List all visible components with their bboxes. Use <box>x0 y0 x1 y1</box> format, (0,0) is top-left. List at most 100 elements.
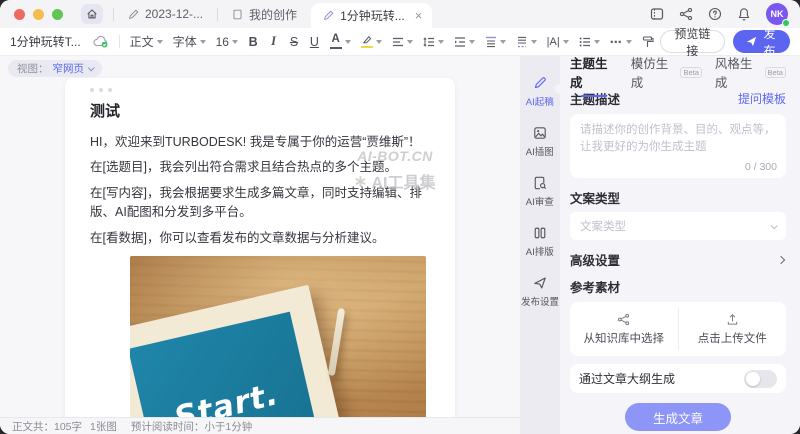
format-toolbar: 1分钟玩转T... 正文 字体 16 B I S U A <box>0 28 800 56</box>
view-value: 窄网页 <box>53 61 85 76</box>
share-icon[interactable] <box>679 7 693 21</box>
chevron-down-icon <box>500 40 506 44</box>
chevron-right-icon <box>777 255 785 263</box>
toolbar-actions: 预览链接 发布 <box>660 30 790 53</box>
minimize-window-button[interactable] <box>33 9 44 20</box>
sidebar-layout-icon[interactable] <box>650 7 664 21</box>
indent-button[interactable] <box>450 31 479 53</box>
italic-button[interactable]: I <box>264 31 282 53</box>
tab-recent-doc[interactable]: 2023-12-... <box>114 0 217 28</box>
generate-article-button[interactable]: 生成文章 <box>625 403 731 431</box>
kb-button-label: 从知识库中选择 <box>584 330 665 346</box>
chevron-down-icon <box>88 64 95 71</box>
inline-image[interactable]: Start. <box>130 256 426 434</box>
read-time: 预计阅读时间：小于1分钟 <box>131 419 252 434</box>
image-count: 1张图 <box>90 419 117 434</box>
status-bar: 正文共：105字 1张图 预计阅读时间：小于1分钟 <box>0 417 520 434</box>
select-from-knowledge-base-button[interactable]: 从知识库中选择 <box>570 302 678 356</box>
sidetab-ai-illustration[interactable]: AI插图 <box>520 120 560 164</box>
spacing-above-button[interactable] <box>481 31 510 53</box>
bell-icon[interactable] <box>737 7 751 21</box>
size-value: 16 <box>216 35 229 49</box>
close-window-button[interactable] <box>14 9 25 20</box>
ai-tool-label: |A| <box>547 36 560 48</box>
document-paragraph: 在[选题目]，我会列出符合需求且结合热点的多个主题。 <box>90 158 430 177</box>
chevron-down-icon <box>345 40 351 44</box>
beta-badge: Beta <box>680 67 701 78</box>
tab-style-generation[interactable]: 风格生成 Beta <box>715 56 786 91</box>
pen-icon <box>533 76 546 89</box>
sidetab-ai-layout[interactable]: AI排版 <box>520 220 560 264</box>
ai-text-tool-button[interactable]: |A| <box>543 31 573 53</box>
strikethrough-button[interactable]: S <box>285 31 303 53</box>
chevron-down-icon <box>200 40 206 44</box>
sidetab-publish-settings[interactable]: 发布设置 <box>520 270 560 314</box>
chevron-down-icon <box>771 222 778 229</box>
style-value: 正文 <box>130 33 154 50</box>
tab-label: 我的创作 <box>249 6 297 23</box>
chevron-down-icon <box>407 40 413 44</box>
chevron-down-icon <box>376 40 382 44</box>
more-dots: ⋯ <box>610 35 623 49</box>
titlebar-actions: NK <box>650 0 800 28</box>
topic-description-card: 0 / 300 <box>570 114 786 178</box>
titlebar-spacer <box>432 0 650 28</box>
document-search-icon <box>533 176 546 189</box>
sidetab-ai-review[interactable]: AI审查 <box>520 170 560 214</box>
list-button[interactable] <box>575 31 604 53</box>
paragraph-style-select[interactable]: 正文 <box>126 31 167 53</box>
topic-description-input[interactable] <box>570 114 786 158</box>
photo-card-inner: Start. <box>130 311 325 434</box>
publish-button[interactable]: 发布 <box>733 30 790 53</box>
document-canvas[interactable]: 测试 HI，欢迎来到TURBODESK! 我是专属于你的运营“贾维斯”！ 在[选… <box>65 78 455 434</box>
more-tools-button[interactable]: ⋯ <box>606 31 636 53</box>
help-icon[interactable] <box>708 7 722 21</box>
font-family-select[interactable]: 字体 <box>169 31 210 53</box>
spacing-below-button[interactable] <box>512 31 541 53</box>
online-status-dot <box>782 19 790 27</box>
sidetab-label: AI插图 <box>526 143 554 157</box>
copy-type-placeholder: 文案类型 <box>580 218 626 234</box>
sidetab-ai-draft[interactable]: AI起稿 <box>520 70 560 114</box>
document-icon <box>232 9 243 20</box>
topic-description-label: 主题描述 <box>570 89 620 108</box>
ai-side-tabs: AI起稿 AI插图 AI审查 AI排版 <box>520 56 560 434</box>
chevron-down-icon <box>469 40 475 44</box>
font-value: 字体 <box>173 33 197 50</box>
copy-type-select[interactable]: 文案类型 <box>570 212 786 240</box>
knowledge-base-icon <box>617 313 630 326</box>
preview-link-button[interactable]: 预览链接 <box>660 30 725 53</box>
highlight-color-button[interactable] <box>357 31 386 53</box>
reference-material-label: 参考素材 <box>570 277 786 296</box>
align-button[interactable] <box>388 31 417 53</box>
tab-topic-generation[interactable]: 主题生成 <box>570 56 618 91</box>
outline-toggle[interactable] <box>744 370 777 388</box>
color-swatch <box>330 47 342 50</box>
pen-in-photo <box>328 308 346 376</box>
tab-label: 模仿生成 <box>631 56 678 91</box>
send-icon <box>746 36 757 47</box>
close-tab-icon[interactable]: × <box>415 9 423 22</box>
tab-label: 风格生成 <box>715 56 762 91</box>
view-mode-select[interactable]: 视图： 窄网页 <box>8 60 102 77</box>
question-template-link[interactable]: 提问模板 <box>738 90 786 107</box>
home-button[interactable] <box>81 4 103 24</box>
tab-current-doc[interactable]: 1分钟玩转... × <box>311 3 432 28</box>
zoom-window-button[interactable] <box>52 9 63 20</box>
line-height-button[interactable] <box>419 31 448 53</box>
advanced-settings-row[interactable]: 高级设置 <box>570 250 786 269</box>
format-painter-button[interactable] <box>638 31 658 53</box>
upload-file-button[interactable]: 点击上传文件 <box>679 302 787 356</box>
avatar-initials: NK <box>771 9 784 19</box>
underline-button[interactable]: U <box>305 31 323 53</box>
bold-button[interactable]: B <box>244 31 262 53</box>
document-paragraph: 在[看数据]，你可以查看发布的文章数据与分析建议。 <box>90 229 430 248</box>
tab-my-creations[interactable]: 我的创作 <box>218 0 311 28</box>
publish-label: 发布 <box>762 25 777 59</box>
font-color-button[interactable]: A <box>326 31 355 53</box>
main-area: 视图： 窄网页 测试 HI，欢迎来到TURBODESK! 我是专属于你的运营“贾… <box>0 56 800 434</box>
avatar[interactable]: NK <box>766 3 788 25</box>
highlight-swatch <box>361 46 373 49</box>
tab-imitation-generation[interactable]: 模仿生成 Beta <box>631 56 702 91</box>
font-size-select[interactable]: 16 <box>212 31 242 53</box>
